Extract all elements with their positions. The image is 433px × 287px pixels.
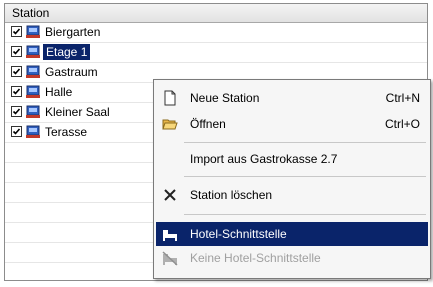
column-header-station[interactable]: Station	[5, 4, 427, 23]
menu-item-no-hotel-interface[interactable]: Keine Hotel-Schnittstelle	[156, 246, 428, 270]
station-icon	[26, 125, 40, 138]
menu-separator	[184, 214, 426, 215]
menu-item-label: Station löschen	[190, 188, 273, 202]
menu-item-new-station[interactable]: Neue Station Ctrl+N	[156, 86, 428, 110]
menu-separator	[184, 176, 426, 177]
delete-x-icon	[164, 189, 176, 201]
menu-item-label: Öffnen	[190, 117, 226, 131]
checkbox[interactable]	[11, 66, 22, 77]
station-icon	[26, 85, 40, 98]
station-icon	[26, 105, 40, 118]
menu-item-shortcut: Ctrl+N	[385, 91, 420, 105]
menu-separator	[184, 142, 426, 143]
checkbox[interactable]	[11, 126, 22, 137]
list-item-etage-1[interactable]: Etage 1	[5, 43, 427, 63]
menu-item-open[interactable]: Öffnen Ctrl+O	[156, 112, 428, 136]
new-document-icon	[164, 90, 176, 106]
hotel-bed-icon	[163, 230, 177, 241]
station-icon	[26, 65, 40, 78]
list-item-label: Biergarten	[45, 25, 101, 39]
checkbox[interactable]	[11, 46, 22, 57]
checkbox[interactable]	[11, 86, 22, 97]
no-hotel-bed-icon	[162, 251, 178, 266]
station-icon	[26, 45, 40, 58]
list-item-label: Terasse	[45, 125, 88, 139]
checkbox[interactable]	[11, 106, 22, 117]
menu-item-label: Neue Station	[190, 91, 260, 105]
checkbox[interactable]	[11, 26, 22, 37]
open-folder-icon	[162, 119, 178, 130]
list-item-label: Halle	[45, 85, 73, 99]
menu-item-shortcut: Ctrl+O	[384, 117, 420, 131]
menu-item-hotel-interface[interactable]: Hotel-Schnittstelle	[156, 222, 428, 246]
list-item-label: Etage 1	[43, 44, 91, 60]
menu-item-label: Import aus Gastrokasse 2.7	[190, 152, 338, 166]
menu-item-label: Hotel-Schnittstelle	[190, 227, 287, 241]
context-menu: Neue Station Ctrl+N Öffnen Ctrl+O Import…	[153, 79, 431, 279]
menu-item-delete-station[interactable]: Station löschen	[156, 183, 428, 207]
station-icon	[26, 25, 40, 38]
menu-item-label: Keine Hotel-Schnittstelle	[190, 251, 321, 265]
list-item-biergarten[interactable]: Biergarten	[5, 23, 427, 43]
list-item-label: Kleiner Saal	[45, 105, 110, 119]
list-item-label: Gastraum	[45, 65, 98, 79]
menu-item-import[interactable]: Import aus Gastrokasse 2.7	[156, 147, 428, 171]
